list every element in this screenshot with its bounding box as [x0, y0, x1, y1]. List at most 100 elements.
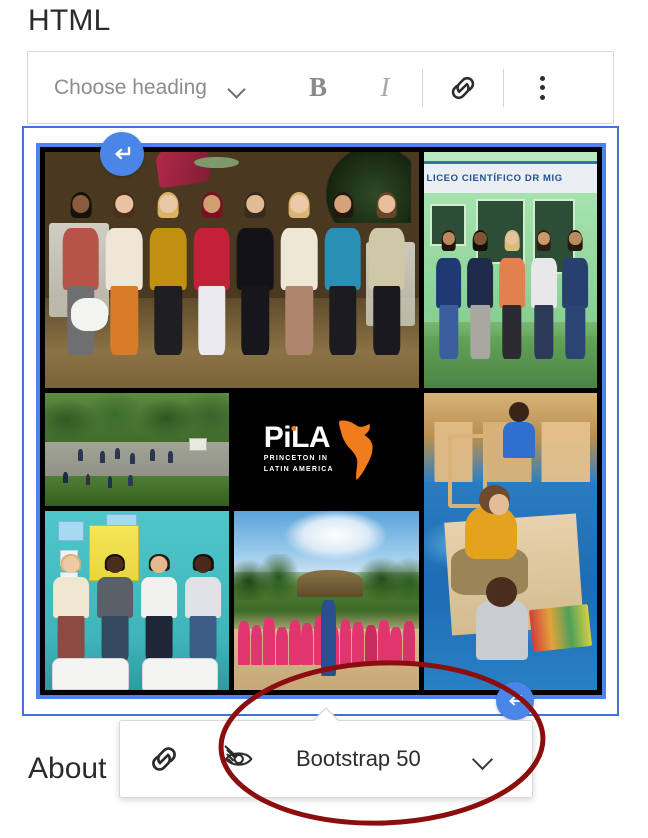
photo-group-night [45, 152, 419, 388]
person [561, 229, 590, 360]
student-figure [100, 451, 106, 463]
kebab-dot-3 [540, 94, 546, 100]
page-title: HTML [28, 4, 111, 37]
child [301, 623, 314, 665]
popup-link-button[interactable] [147, 742, 181, 776]
heading-select[interactable]: Choose heading [54, 76, 246, 100]
woman-face [489, 493, 509, 515]
person [183, 553, 224, 662]
photo-pink-crowd [234, 510, 419, 690]
tile-pink-shirts-crowd [234, 510, 419, 690]
latin-america-map-icon [338, 417, 380, 481]
person [434, 229, 463, 360]
seated-figure [85, 474, 91, 486]
pila-logo-panel: PiLA PRINCETON IN LATIN AMERICA [234, 392, 419, 506]
collage-grid: LICEO CIENTÍFICO DR MIG PiLA PRINCETON I… [40, 147, 602, 695]
child [237, 621, 250, 665]
pila-subtitle-line1: PRINCETON IN [263, 455, 329, 463]
seated-figure [63, 471, 69, 484]
insert-before-button[interactable] [100, 132, 144, 176]
student-figure [129, 452, 135, 464]
child [377, 619, 390, 665]
about-heading: About [28, 752, 107, 785]
flag-shape-2 [194, 156, 240, 169]
return-arrow-icon [509, 695, 522, 706]
insert-after-button[interactable] [496, 682, 534, 720]
person [529, 229, 558, 360]
student-figure [150, 449, 155, 461]
pila-subtitle-line2: LATIN AMERICA [263, 466, 334, 474]
thatched-hut [296, 569, 364, 597]
child [263, 617, 276, 665]
child-head [485, 577, 518, 607]
seated-figure [127, 475, 133, 487]
child [390, 627, 403, 665]
trees [45, 392, 230, 443]
white-bag [71, 297, 109, 332]
popup-hide-button[interactable] [221, 742, 259, 776]
people-row [434, 229, 590, 360]
boy-shirt [503, 422, 535, 459]
photo-classroom-reading [423, 392, 597, 690]
tile-teal-classroom [45, 510, 230, 690]
heading-select-label: Choose heading [54, 75, 207, 99]
tile-classroom-reading [423, 392, 597, 690]
more-options-button[interactable] [530, 72, 556, 104]
person [95, 553, 136, 662]
basketball-hoop [188, 437, 208, 452]
person [139, 553, 180, 662]
school-sign: LICEO CIENTÍFICO DR MIG [423, 161, 597, 193]
student-figure [78, 449, 83, 461]
child [364, 624, 377, 665]
child [339, 618, 352, 665]
person [278, 192, 320, 355]
person [322, 192, 364, 355]
chevron-down-icon [473, 752, 495, 766]
photo-liceo: LICEO CIENTÍFICO DR MIG [423, 152, 597, 388]
people-row [51, 553, 224, 662]
image-style-select[interactable]: Bootstrap 50 [296, 746, 495, 772]
child-grey-shirt [475, 600, 528, 661]
collage-image[interactable]: LICEO CIENTÍFICO DR MIG PiLA PRINCETON I… [36, 143, 606, 699]
photo-teal-classroom [45, 510, 230, 690]
child [403, 621, 415, 665]
person [235, 192, 277, 355]
student-figure [115, 448, 120, 460]
return-arrow-icon [115, 146, 131, 160]
child [250, 624, 263, 665]
person [191, 192, 233, 355]
eye-slash-icon [224, 745, 253, 766]
plastic-chair [52, 657, 129, 690]
kebab-menu-icon [540, 75, 546, 81]
student-figure [168, 451, 174, 463]
people-row [60, 192, 407, 355]
toolbar-divider-1 [421, 68, 423, 107]
image-style-popup: Bootstrap 50 [119, 707, 533, 798]
wall-poster [57, 521, 84, 542]
tile-group-photo-night [45, 152, 419, 388]
editor-toolbar: Choose heading B I [27, 51, 614, 124]
seated-figure [107, 476, 113, 488]
tile-liceo-cientifico: LICEO CIENTÍFICO DR MIG [423, 152, 597, 388]
image-style-value: Bootstrap 50 [296, 746, 421, 771]
person [497, 229, 526, 360]
person [104, 192, 146, 355]
person [466, 229, 495, 360]
pila-wordmark: PiLA [263, 420, 331, 454]
adult-leader [320, 600, 336, 676]
italic-button[interactable]: I [372, 72, 398, 103]
person [51, 553, 92, 662]
child [352, 622, 365, 665]
link-button[interactable] [447, 72, 479, 104]
plastic-chairs [52, 657, 219, 690]
photo-schoolyard [45, 392, 230, 506]
link-icon [152, 747, 176, 771]
tile-schoolyard [45, 392, 230, 506]
school-sign-text: LICEO CIENTÍFICO DR MIG [426, 173, 563, 185]
child [288, 619, 301, 665]
person [147, 192, 189, 355]
kebab-dot-2 [540, 85, 546, 90]
picture-book [529, 603, 593, 652]
bold-button[interactable]: B [303, 72, 333, 103]
grass-foreground [45, 476, 230, 506]
